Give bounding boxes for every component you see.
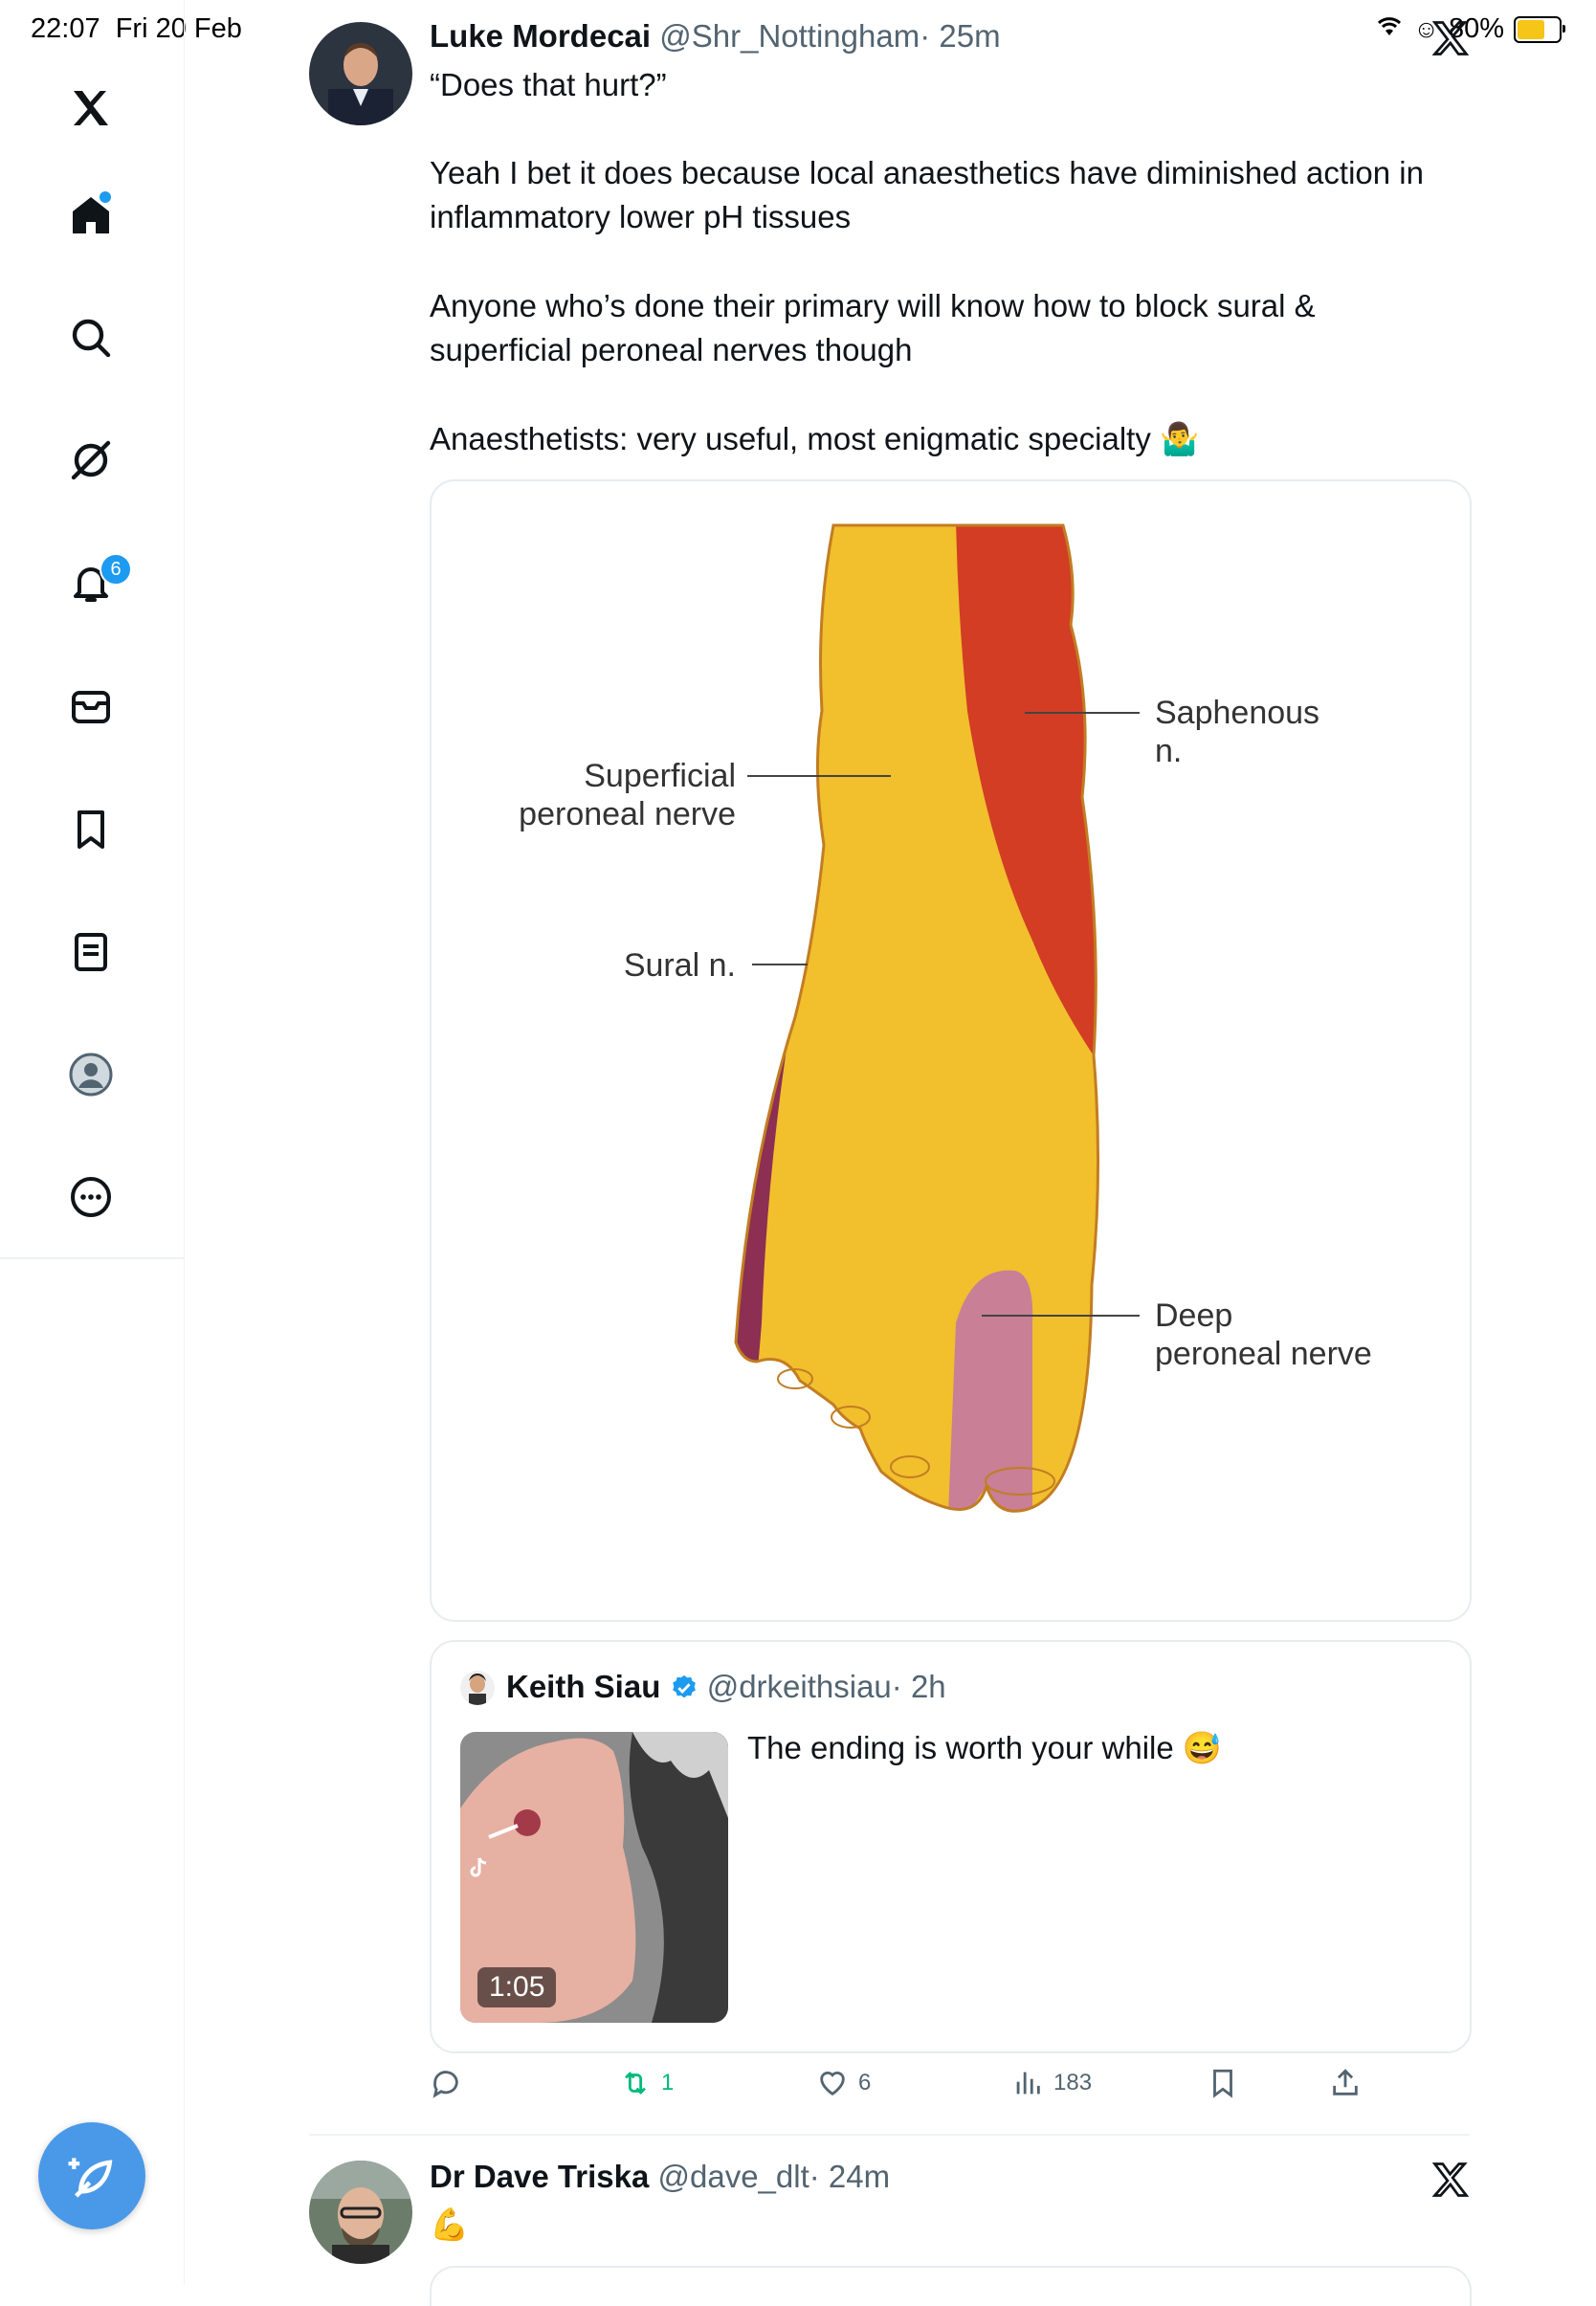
views-icon [1016, 2072, 1040, 2095]
label-deep-peroneal: Deep peroneal nerve [1155, 1297, 1372, 1372]
notifications-icon[interactable]: 6 [57, 549, 132, 616]
retweet-button[interactable]: 1 [619, 2067, 674, 2099]
x-brand-icon[interactable] [1430, 17, 1472, 59]
share-icon [1333, 2069, 1358, 2095]
messages-icon[interactable] [57, 674, 124, 741]
share-button[interactable] [1329, 2067, 1362, 2099]
label-superficial-peroneal: Superficial peroneal nerve [519, 758, 736, 832]
foot-nerve-diagram [734, 523, 1140, 1513]
quote-text: The ending is worth your while 😅 [747, 1730, 1222, 1765]
tweet-actions: 1 6 183 [430, 2067, 1468, 2115]
verified-icon [672, 1674, 696, 1698]
quote-tweet[interactable]: Keith Siau @drkeithsiau· 2h 1:05 The end… [430, 1640, 1472, 2053]
tweet-header: Luke Mordecai @Shr_Nottingham· 25m [430, 18, 1001, 55]
home-icon[interactable] [57, 182, 124, 249]
reply-icon [432, 2071, 458, 2098]
heart-icon [820, 2072, 845, 2096]
lists-icon[interactable] [57, 919, 124, 986]
retweet-icon [625, 2072, 646, 2095]
next-tweet-media[interactable] [430, 2266, 1472, 2306]
label-saphenous: Saphenous n. [1155, 695, 1320, 769]
next-author-name[interactable]: Dr Dave Triska [430, 2159, 649, 2194]
quote-author-avatar[interactable] [460, 1671, 495, 1705]
grok-icon[interactable] [57, 427, 124, 494]
battery-icon [1514, 15, 1565, 43]
bookmarks-icon[interactable] [57, 796, 124, 863]
like-count: 6 [858, 2070, 872, 2095]
tweet-line-2: Yeah I bet it does because local anaesth… [430, 155, 1424, 234]
reply-button[interactable] [430, 2067, 472, 2099]
author-avatar[interactable] [309, 22, 412, 125]
author-name[interactable]: Luke Mordecai [430, 18, 651, 54]
wifi-icon [1375, 13, 1404, 45]
next-tweet-text: 💪 [430, 2206, 470, 2242]
views-button[interactable]: 183 [1011, 2067, 1092, 2099]
compose-icon [68, 2158, 113, 2198]
next-x-brand-icon[interactable] [1430, 2159, 1472, 2201]
video-duration: 1:05 [477, 1967, 557, 2007]
quote-header: Keith Siau @drkeithsiau· 2h [506, 1669, 946, 1705]
home-unread-dot [100, 191, 111, 203]
x-logo-icon[interactable] [57, 75, 124, 142]
tweet-line-4: Anaesthetists: very useful, most enigmat… [430, 421, 1200, 456]
quote-time[interactable]: · 2h [892, 1669, 946, 1704]
quote-video-thumbnail[interactable]: 1:05 [460, 1732, 728, 2023]
profile-icon[interactable] [57, 1041, 124, 1108]
next-author-handle[interactable]: @dave_dlt [657, 2159, 809, 2194]
quote-author-handle[interactable]: @drkeithsiau [707, 1669, 892, 1704]
retweet-count: 1 [661, 2070, 675, 2095]
label-sural: Sural n. [623, 947, 736, 984]
views-count: 183 [1053, 2070, 1093, 2095]
next-tweet-time[interactable]: · 24m [809, 2159, 890, 2194]
compose-button[interactable] [38, 2122, 145, 2229]
next-tweet-header: Dr Dave Triska @dave_dlt· 24m [430, 2159, 890, 2195]
tweet-separator [309, 2134, 1470, 2136]
tweet-line-3: Anyone who’s done their primary will kno… [430, 288, 1316, 367]
sidebar-divider [0, 1257, 184, 1259]
more-icon[interactable] [57, 1164, 124, 1231]
bookmark-button[interactable] [1207, 2067, 1239, 2099]
tiktok-icon [470, 1857, 487, 1877]
next-author-avatar[interactable] [309, 2161, 412, 2264]
sidebar: 6 [0, 0, 185, 2285]
author-handle[interactable]: @Shr_Nottingham [659, 18, 920, 54]
tweet-line-1: “Does that hurt?” [430, 67, 667, 102]
tweet-time[interactable]: · 25m [920, 18, 1000, 54]
notifications-badge: 6 [100, 553, 132, 586]
quote-author-name[interactable]: Keith Siau [506, 1669, 660, 1704]
like-button[interactable]: 6 [816, 2067, 871, 2099]
bookmark-icon [1213, 2069, 1232, 2098]
search-icon[interactable] [57, 304, 124, 371]
tweet-image[interactable]: Superficial peroneal nerve Sural n. Saph… [430, 479, 1472, 1622]
